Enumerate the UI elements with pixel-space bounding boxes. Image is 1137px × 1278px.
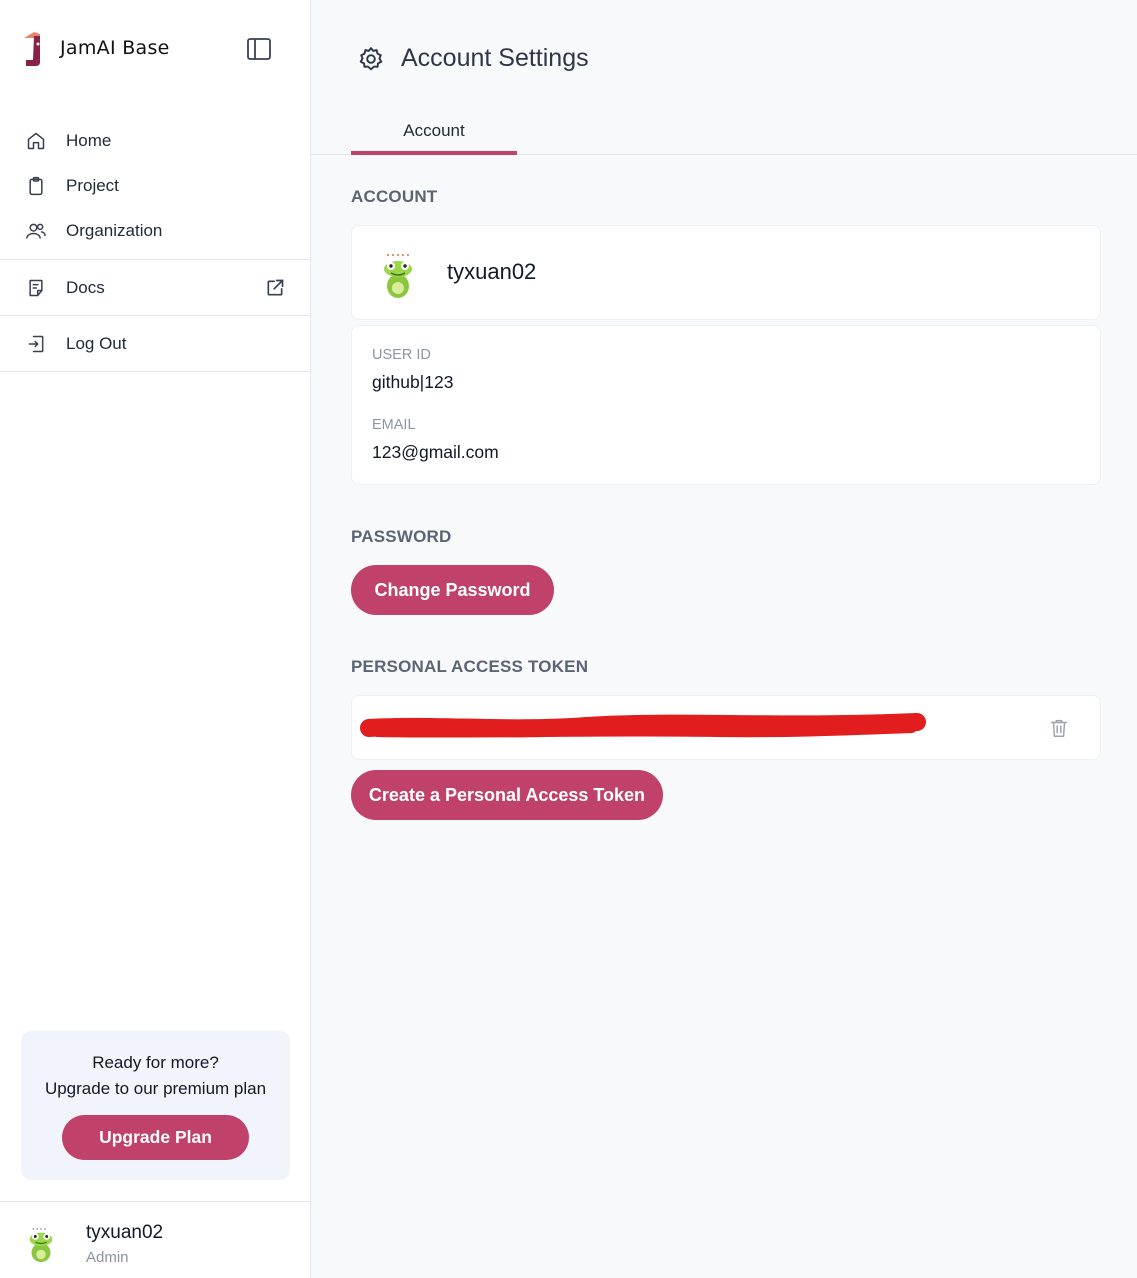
docs-icon [25,277,47,299]
brand[interactable]: JamAI Base [20,30,170,66]
tab-bar: Account [311,110,1137,155]
brand-name: JamAI Base [60,37,170,59]
profile-card: tyxuan02 [351,225,1101,320]
page-header: Account Settings [358,44,589,73]
email-label: EMAIL [372,417,416,433]
gear-icon [359,46,383,70]
token-section-label: PERSONAL ACCESS TOKEN [351,657,589,676]
users-icon [25,220,47,242]
sidebar-item-organization[interactable]: Organization [0,208,310,253]
user-profile[interactable]: tyxuan02 Admin [0,1201,310,1278]
email-value: 123@gmail.com [372,442,499,462]
avatar [29,1228,53,1263]
sidebar-item-label: Log Out [66,333,127,353]
upgrade-plan-button[interactable]: Upgrade Plan [62,1115,249,1160]
home-icon [25,130,47,152]
user-name: tyxuan02 [86,1222,164,1243]
trash-icon[interactable] [1048,717,1070,739]
sidebar-item-docs[interactable]: Docs [0,260,310,315]
redaction-scribble [360,713,926,738]
divider [0,371,310,372]
page-title: Account Settings [401,44,589,72]
sidebar: JamAI Base Home Project Organization Doc… [0,0,311,1278]
logout-icon [25,333,47,355]
main-content: Account Settings Account ACCOUNT tyxuan0… [311,0,1137,1278]
profile-username: tyxuan02 [447,259,537,284]
sidebar-item-label: Home [66,130,112,150]
external-link-icon [267,279,284,295]
password-section-label: PASSWORD [351,527,452,546]
sidebar-item-label: Docs [66,277,105,297]
sidebar-item-project[interactable]: Project [0,163,310,208]
user-id-value: github|123 [372,372,454,392]
create-token-button[interactable]: Create a Personal Access Token [351,770,663,820]
account-info-card: USER ID github|123 EMAIL 123@gmail.com [351,325,1101,485]
sidebar-toggle-icon[interactable] [246,36,272,62]
sidebar-item-home[interactable]: Home [0,118,310,163]
clipboard-icon [25,175,47,197]
upgrade-subtext: Upgrade to our premium plan [44,1079,267,1098]
user-role: Admin [86,1249,129,1266]
sidebar-nav: Home Project Organization Docs Log Out [0,118,310,372]
sidebar-item-label: Organization [66,220,163,240]
jamai-logo-icon [24,32,40,66]
avatar [384,254,412,298]
token-row [351,695,1101,760]
tab-account[interactable]: Account [351,110,517,155]
sidebar-item-logout[interactable]: Log Out [0,316,310,371]
sidebar-item-label: Project [66,175,119,195]
upgrade-text: Ready for more? [92,1053,219,1072]
user-id-label: USER ID [372,347,431,363]
change-password-button[interactable]: Change Password [351,565,554,615]
account-section-label: ACCOUNT [351,187,438,206]
upgrade-card: Ready for more? Upgrade to our premium p… [21,1031,290,1180]
